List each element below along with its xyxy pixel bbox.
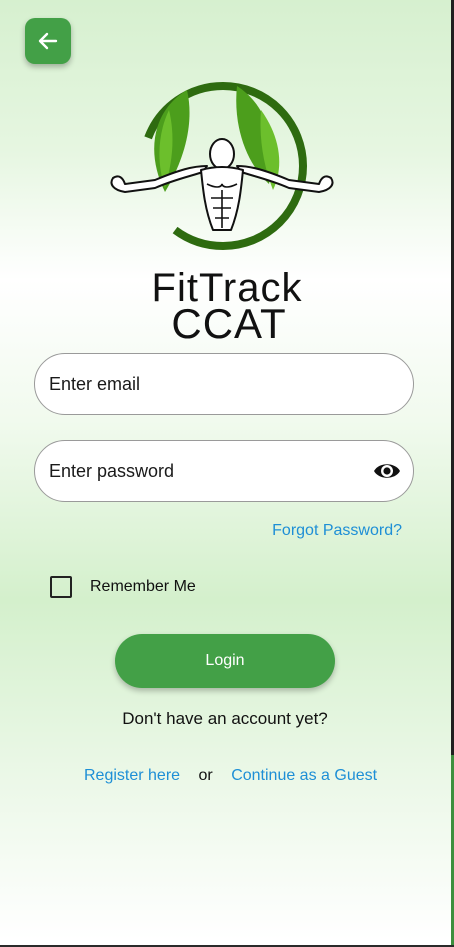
guest-link[interactable]: Continue as a Guest [231, 767, 377, 784]
fittrack-logo [110, 82, 334, 250]
forgot-password-link[interactable]: Forgot Password? [272, 522, 402, 540]
brand-subtitle: CCAT [171, 300, 287, 347]
arrow-left-icon [38, 32, 58, 50]
remember-me-toggle[interactable]: Remember Me [50, 575, 196, 599]
login-button[interactable]: Login [115, 634, 335, 688]
email-field[interactable] [34, 353, 414, 415]
or-separator: or [198, 767, 213, 784]
eye-icon[interactable] [373, 459, 401, 483]
password-input[interactable] [49, 441, 369, 501]
password-field[interactable] [34, 440, 414, 502]
email-input[interactable] [49, 354, 369, 414]
auth-alternatives: Register here or Continue as a Guest [84, 767, 377, 785]
remember-me-checkbox[interactable] [50, 576, 72, 598]
no-account-text: Don't have an account yet? [122, 709, 328, 728]
remember-me-label: Remember Me [90, 578, 196, 595]
register-link[interactable]: Register here [84, 767, 180, 784]
back-button[interactable] [25, 18, 71, 64]
